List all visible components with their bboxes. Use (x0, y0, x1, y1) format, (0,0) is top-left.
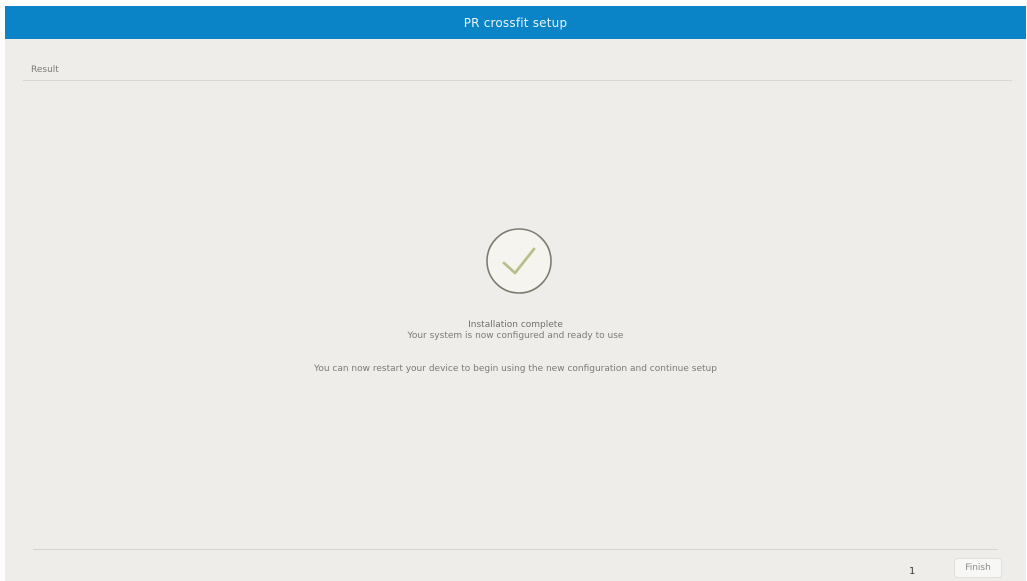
success-title: Installation complete (468, 320, 563, 330)
installer-window: PR crossfit setup Result Installation co… (5, 6, 1026, 581)
window-title: PR crossfit setup (463, 15, 568, 30)
header-divider (23, 80, 1012, 81)
success-subtitle: Your system is now configured and ready … (407, 331, 624, 341)
footer-divider (33, 549, 998, 550)
section-label: Result (31, 65, 59, 75)
status-panel: Installation complete Your system is now… (5, 84, 1026, 504)
success-note: You can now restart your device to begin… (314, 364, 717, 374)
section-header: Result (5, 39, 1026, 84)
page-indicator: 1 (909, 566, 916, 577)
finish-button[interactable]: Finish (955, 559, 1001, 577)
check-circle-icon (486, 228, 552, 294)
title-bar: PR crossfit setup (5, 6, 1026, 39)
